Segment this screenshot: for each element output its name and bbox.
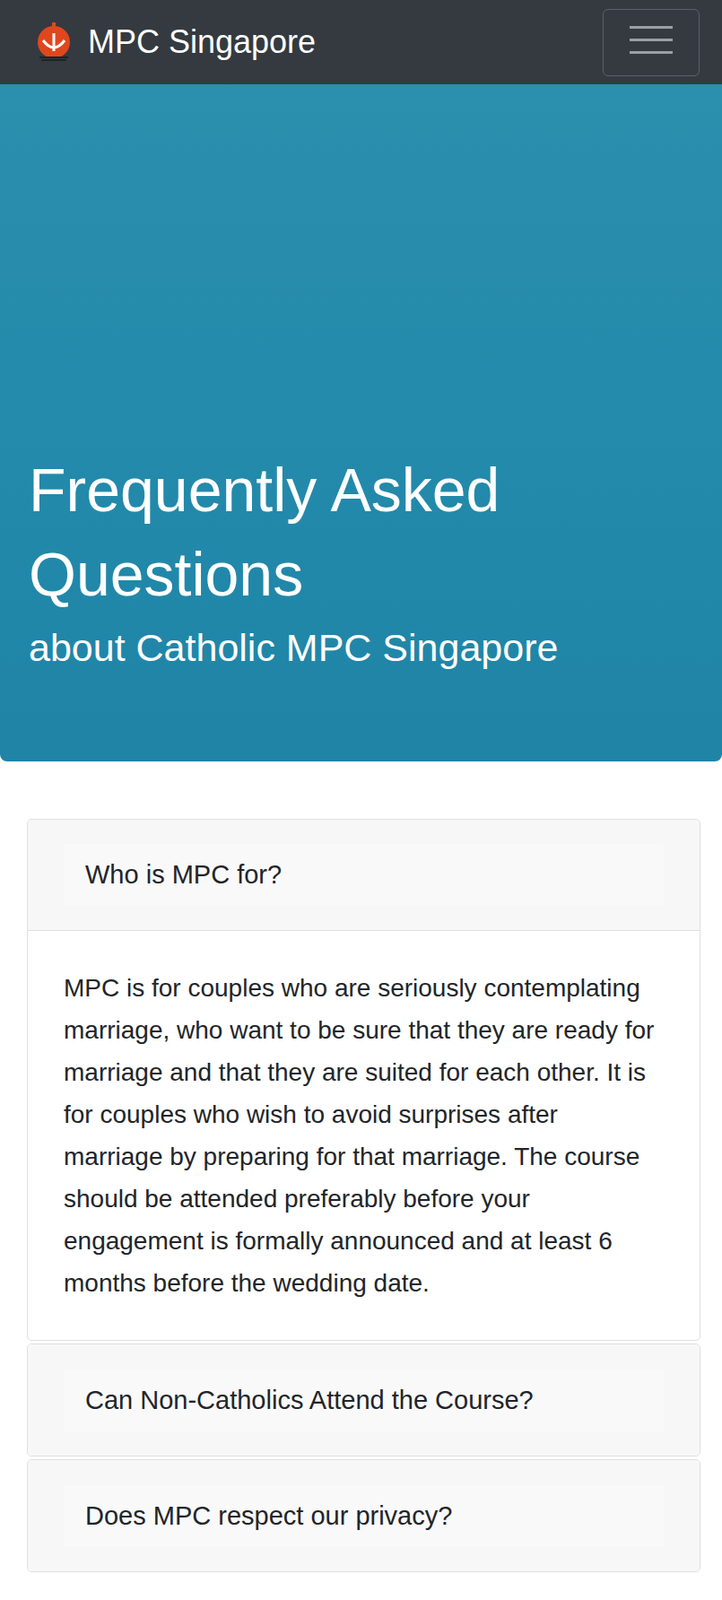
faq-item: Does MPC respect our privacy? — [26, 1459, 701, 1573]
brand-title[interactable]: MPC Singapore — [87, 23, 316, 61]
faq-accordion: Who is MPC for? MPC is for couples who ar… — [26, 818, 701, 1573]
navbar: MPC Singapore — [0, 0, 722, 85]
faq-question[interactable]: Does MPC respect our privacy? — [63, 1485, 664, 1548]
brand[interactable]: MPC Singapore — [32, 18, 316, 66]
faq-question[interactable]: Can Non-Catholics Attend the Course? — [63, 1369, 664, 1432]
hero-banner: Frequently Asked Questions about Catholic… — [0, 84, 722, 762]
faq-question[interactable]: Who is MPC for? — [63, 843, 664, 906]
faq-item: Who is MPC for? MPC is for couples who ar… — [26, 818, 701, 1341]
menu-toggle[interactable] — [602, 8, 700, 77]
faq-header[interactable]: Can Non-Catholics Attend the Course? — [27, 1344, 700, 1456]
hero-title: Frequently Asked Questions — [28, 447, 705, 617]
faq-header[interactable]: Who is MPC for? — [27, 819, 700, 931]
faq-item: Can Non-Catholics Attend the Course? — [26, 1343, 701, 1457]
faq-header[interactable]: Does MPC respect our privacy? — [27, 1460, 700, 1572]
hamburger-icon — [629, 23, 673, 61]
hero-subtitle: about Catholic MPC Singapore — [28, 623, 705, 672]
logo-icon — [32, 18, 76, 66]
faq-answer: MPC is for couples who are seriously con… — [27, 930, 700, 1340]
